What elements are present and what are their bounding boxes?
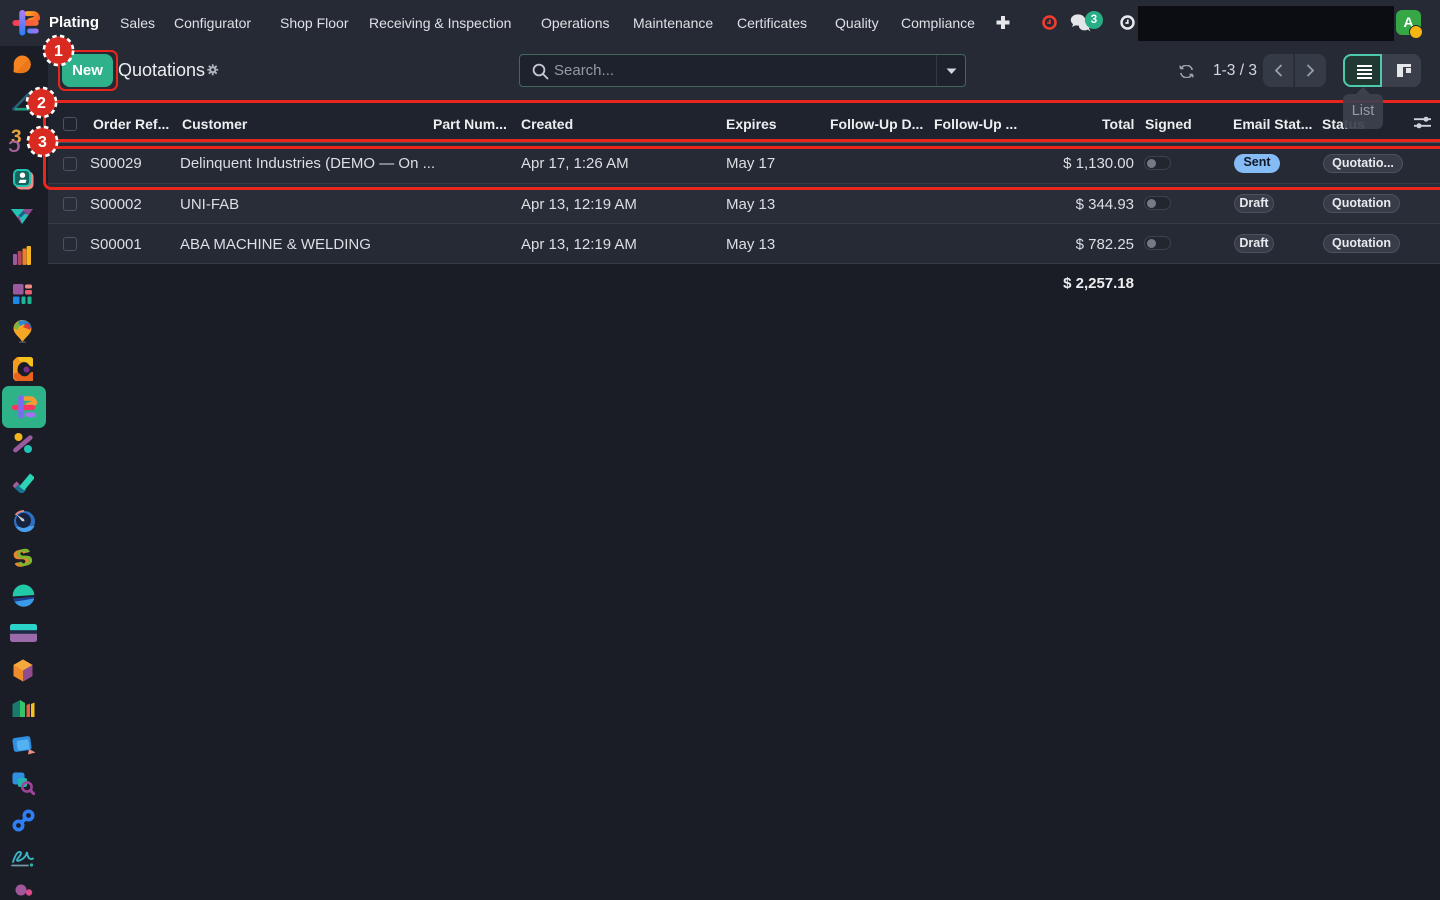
svg-text:2: 2 <box>37 95 46 112</box>
svg-text:C: C <box>8 137 20 155</box>
svg-text:3: 3 <box>38 134 47 151</box>
svg-text:1: 1 <box>54 43 63 60</box>
